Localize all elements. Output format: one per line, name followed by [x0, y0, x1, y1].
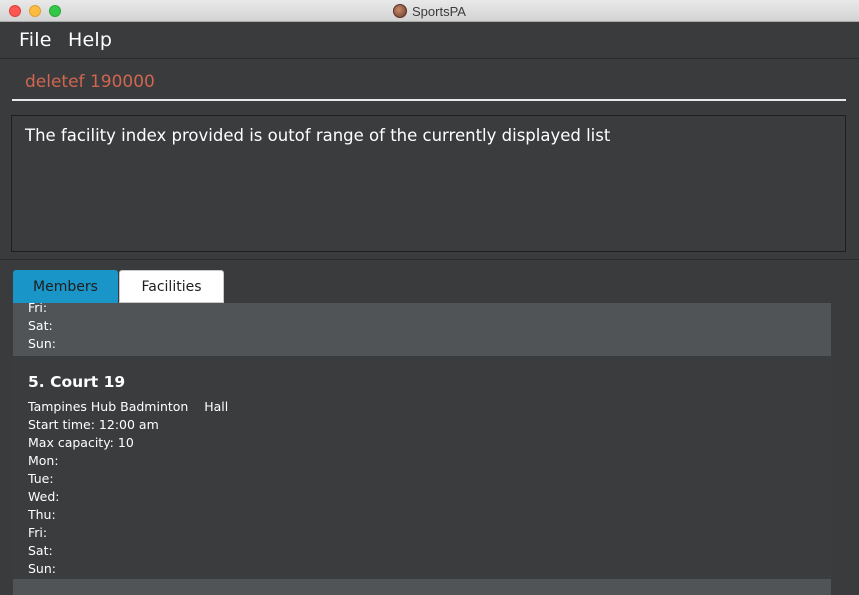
schedule-day-fri: Fri: — [28, 303, 48, 315]
schedule-day-sun: Sun: — [28, 561, 56, 576]
schedule-day-sat: Sat: — [28, 543, 53, 558]
menu-help[interactable]: Help — [68, 29, 112, 51]
schedule-day-tue: Tue: — [28, 471, 54, 486]
window-title: SportsPA — [412, 3, 466, 19]
app-icon — [393, 4, 408, 18]
facility-max-capacity: Max capacity: 10 — [28, 435, 134, 450]
facility-list[interactable]: Fri: Sat: Sun: 5. Court 19 Tampines Hub … — [13, 303, 831, 595]
schedule-day-fri: Fri: — [28, 525, 48, 540]
facility-card[interactable]: 5. Court 19 Tampines Hub Badminton Hall … — [13, 356, 831, 579]
facility-card-next[interactable] — [13, 579, 831, 595]
tab-members-label: Members — [33, 278, 98, 295]
schedule-day-wed: Wed: — [28, 489, 60, 504]
window-title-group: SportsPA — [0, 0, 859, 22]
tab-facilities[interactable]: Facilities — [119, 270, 224, 303]
schedule-day-mon: Mon: — [28, 453, 59, 468]
menu-bar: File Help — [0, 22, 859, 59]
result-display: The facility index provided is outof ran… — [11, 115, 846, 252]
facility-start-time: Start time: 12:00 am — [28, 417, 159, 432]
result-message: The facility index provided is outof ran… — [25, 126, 611, 145]
facility-card-previous[interactable]: Fri: Sat: Sun: — [13, 303, 831, 356]
pane-divider[interactable] — [0, 259, 859, 260]
tab-members[interactable]: Members — [13, 270, 118, 303]
schedule-day-thu: Thu: — [28, 507, 56, 522]
schedule-day-sun: Sun: — [28, 336, 56, 351]
facility-location: Tampines Hub Badminton Hall — [28, 399, 229, 414]
schedule-day-sat: Sat: — [28, 318, 53, 333]
window-titlebar: SportsPA — [0, 0, 859, 22]
command-input[interactable] — [12, 65, 846, 101]
command-box-area — [0, 59, 859, 109]
tab-facilities-label: Facilities — [141, 278, 202, 295]
menu-file[interactable]: File — [19, 29, 52, 51]
facility-card-title: 5. Court 19 — [28, 373, 126, 391]
